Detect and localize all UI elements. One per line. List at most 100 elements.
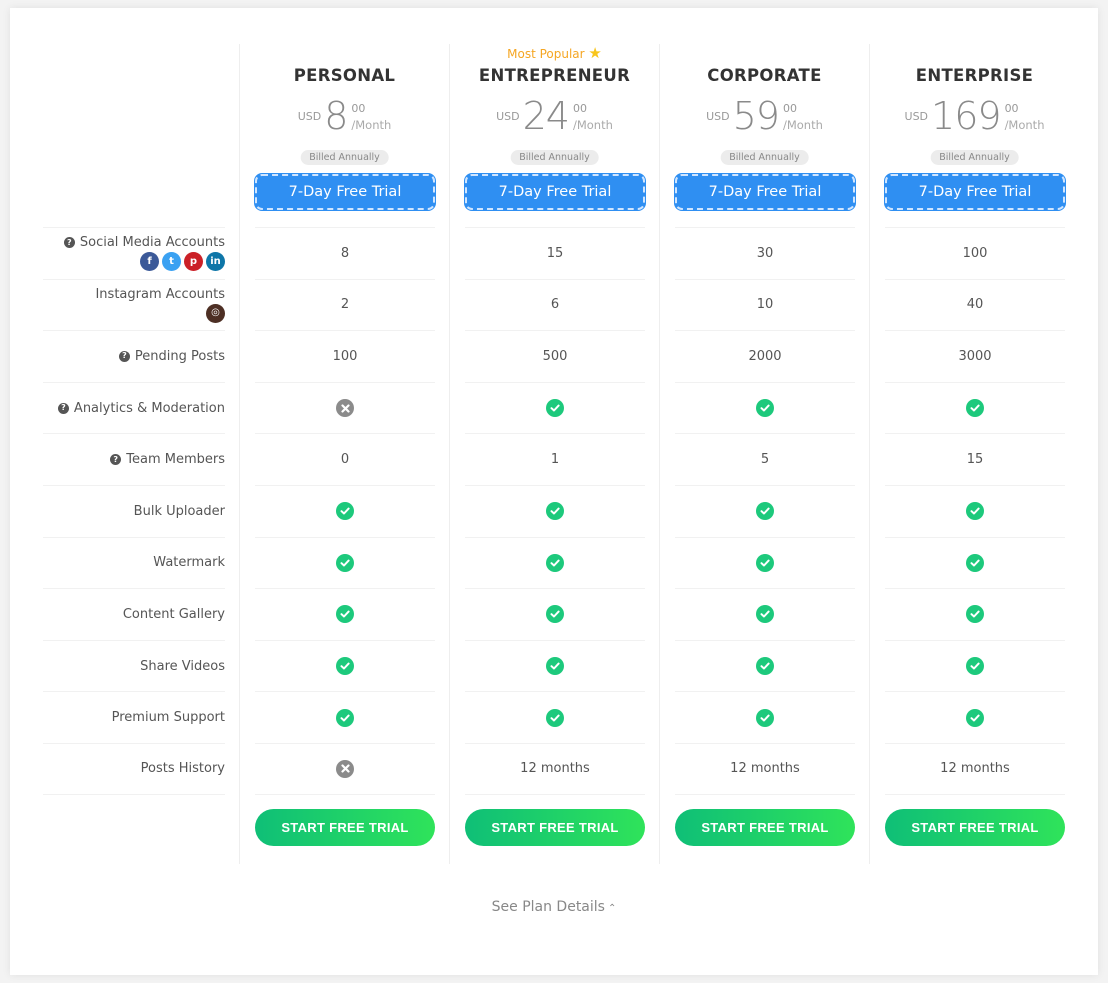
plan-price: USD 24 00/Month (450, 96, 659, 140)
feature-value-cell (885, 381, 1065, 434)
feature-label-text: Team Members (126, 452, 225, 468)
start-free-trial-button[interactable]: START FREE TRIAL (465, 809, 645, 846)
plan-feature-values: 30 10 2000 5 12 months (675, 227, 855, 795)
feature-value: 100 (962, 245, 988, 261)
check-icon (966, 399, 984, 418)
price-currency: USD (706, 110, 730, 123)
free-trial-button[interactable]: 7-Day Free Trial (885, 174, 1065, 210)
help-icon[interactable]: ? (57, 402, 69, 414)
feature-value-cell (885, 639, 1065, 692)
price-amount: 59 (732, 94, 780, 138)
feature-label-row: Bulk Uploader (43, 484, 225, 537)
check-icon (336, 502, 354, 521)
see-plan-details-label: See Plan Details (491, 899, 605, 915)
feature-value: 100 (332, 348, 358, 364)
feature-label-row: ? Team Members (43, 433, 225, 485)
feature-value-cell (255, 381, 435, 434)
feature-label-text: Content Gallery (122, 606, 225, 622)
plan-name: ENTERPRISE (915, 66, 1034, 85)
feature-value-cell: 3000 (885, 330, 1065, 382)
plan-column-corporate: CORPORATE USD 59 00/Month Billed Annually 7-D… (659, 44, 869, 864)
feature-value-cell: 100 (255, 330, 435, 382)
check-icon (546, 553, 564, 572)
check-icon (756, 708, 774, 727)
start-free-trial-button[interactable]: START FREE TRIAL (255, 809, 435, 846)
feature-value-cell (255, 484, 435, 537)
feature-value-cell: 500 (465, 330, 645, 382)
feature-value-cell: 1 (465, 433, 645, 485)
free-trial-button[interactable]: 7-Day Free Trial (255, 174, 435, 210)
feature-label-row: Instagram Accounts ◎ (43, 278, 225, 331)
feature-value-cell (675, 639, 855, 692)
feature-value-cell: 12 months (885, 742, 1065, 795)
feature-value-cell (465, 484, 645, 537)
free-trial-button[interactable]: 7-Day Free Trial (465, 174, 645, 210)
feature-value-cell: 100 (885, 227, 1065, 279)
price-cents: 00 (1004, 102, 1019, 115)
plan-price: USD 59 00/Month (660, 96, 869, 140)
feature-value: 6 (550, 297, 560, 313)
price-amount: 169 (931, 94, 1002, 138)
help-icon[interactable]: ? (63, 237, 75, 249)
feature-value-cell: 30 (675, 227, 855, 279)
feature-label: Premium Support (112, 710, 225, 725)
feature-value: 12 months (940, 761, 1010, 777)
feature-value-cell: 0 (255, 433, 435, 485)
start-free-trial-button[interactable]: START FREE TRIAL (675, 809, 855, 846)
plan-price: USD 8 00/Month (240, 96, 449, 140)
price-amount: 24 (522, 94, 570, 138)
plan-column-entrepreneur: Most Popular ★ ENTREPRENEUR USD 24 00/Month B… (449, 44, 659, 864)
feature-label-row: ? Social Media Accounts f t p in (43, 227, 225, 279)
price-currency: USD (904, 110, 929, 123)
pinterest-icon: p (184, 252, 203, 272)
feature-label-row: Watermark (43, 536, 225, 589)
feature-label-text: Analytics & Moderation (73, 400, 225, 416)
feature-value: 12 months (730, 761, 800, 777)
feature-label-text: Instagram Accounts (95, 286, 225, 302)
feature-label-row: Premium Support (43, 691, 225, 743)
help-icon[interactable]: ? (110, 454, 122, 466)
linkedin-icon: in (206, 252, 225, 272)
price-period: /Month (572, 118, 613, 132)
price-cents: 00 (572, 102, 587, 115)
plan-header: PERSONAL USD 8 00/Month Billed Annually 7-Day… (240, 44, 449, 227)
check-icon (966, 553, 984, 572)
price-cents: 00 (782, 102, 797, 115)
feature-label-text: Premium Support (111, 710, 225, 726)
start-free-trial-button[interactable]: START FREE TRIAL (885, 809, 1065, 846)
pricing-card: ? Social Media Accounts f t p in Instagram Acc… (10, 8, 1098, 975)
check-icon (966, 708, 984, 727)
check-icon (756, 502, 774, 521)
free-trial-button[interactable]: 7-Day Free Trial (675, 174, 855, 210)
check-icon (966, 657, 984, 676)
check-icon (336, 657, 354, 676)
feature-value: 2 (340, 297, 350, 313)
billed-annually-badge: Billed Annually (510, 150, 599, 165)
twitter-icon: t (162, 252, 181, 272)
feature-value-cell: 15 (885, 433, 1065, 485)
price-period: /Month (1004, 118, 1045, 132)
price-period: /Month (351, 118, 392, 132)
feature-value-cell: 8 (255, 227, 435, 279)
feature-value: 5 (760, 452, 770, 468)
feature-value-cell: 12 months (675, 742, 855, 795)
check-icon (756, 605, 774, 624)
feature-value: 500 (542, 348, 568, 364)
price-currency: USD (297, 110, 322, 123)
plan-column-enterprise: ENTERPRISE USD 169 00/Month Billed Annually 7… (869, 44, 1079, 864)
feature-label: ? Team Members (110, 452, 225, 467)
feature-label-row: ? Analytics & Moderation (43, 381, 225, 434)
feature-value: 3000 (958, 348, 992, 364)
feature-label-row: Share Videos (43, 639, 225, 692)
feature-label: Share Videos (140, 659, 225, 674)
see-plan-details-link[interactable]: See Plan Details ⌃ (0, 899, 1108, 915)
feature-label-text: Pending Posts (134, 348, 225, 364)
price-currency: USD (496, 110, 520, 123)
feature-label: ? Social Media Accounts (63, 235, 225, 251)
feature-label-text: Social Media Accounts (79, 235, 225, 251)
feature-label-row: ? Pending Posts (43, 330, 225, 382)
feature-value-cell (255, 639, 435, 692)
help-icon[interactable]: ? (118, 350, 130, 362)
feature-value-cell (465, 639, 645, 692)
feature-label: Content Gallery (123, 607, 225, 622)
